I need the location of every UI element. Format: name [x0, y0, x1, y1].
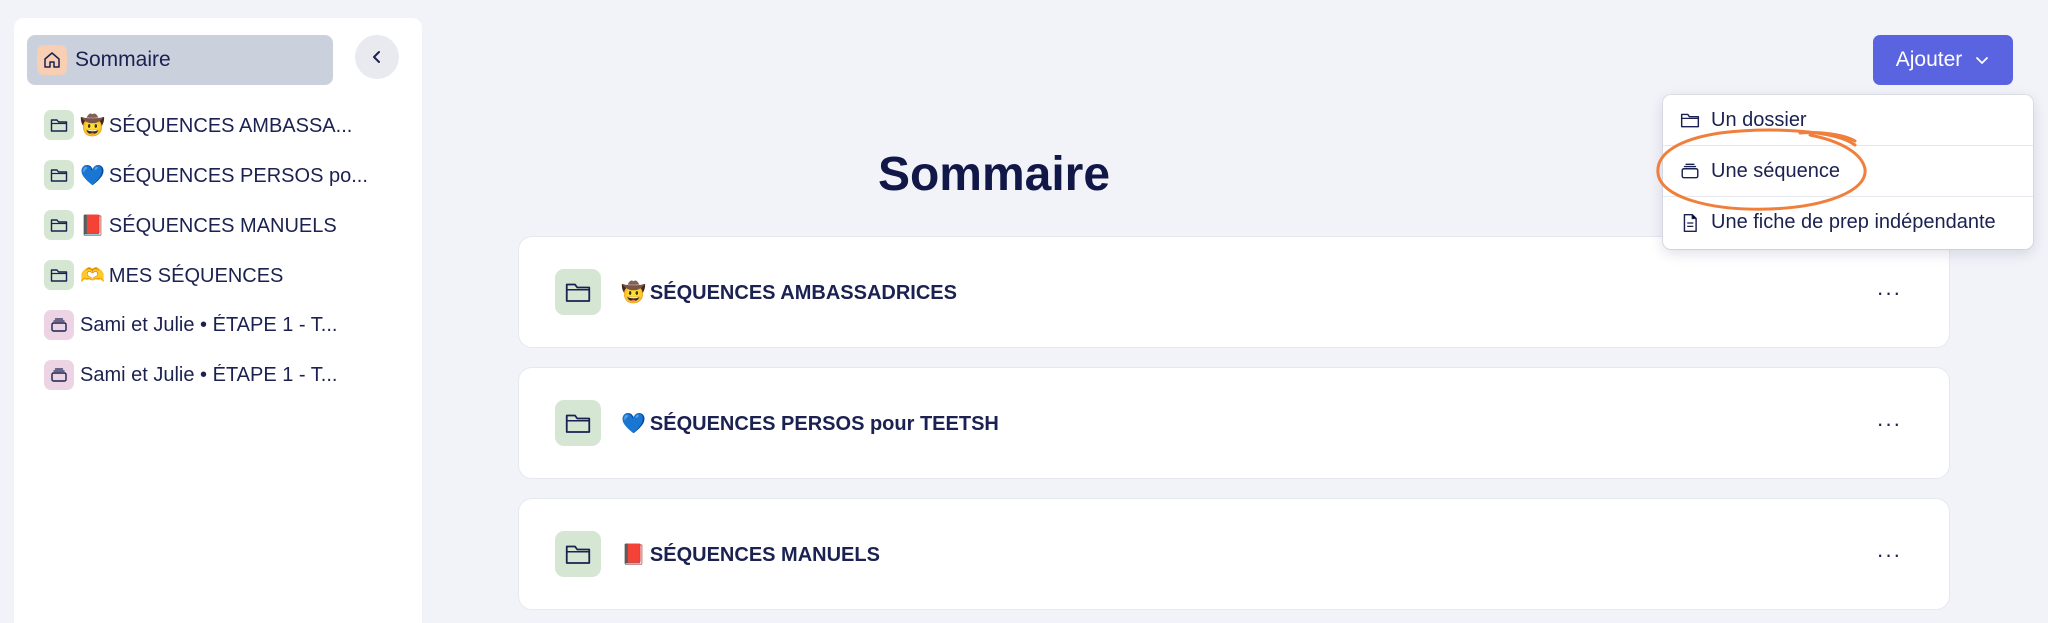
add-dropdown-menu: Un dossier Une séquence Une fiche de pre… [1663, 95, 2033, 249]
sidebar-item-label: SÉQUENCES AMBASSA... [108, 114, 353, 137]
sidebar-item-folder[interactable]: 🤠 SÉQUENCES AMBASSA... [44, 100, 374, 150]
sequence-icon [1679, 160, 1701, 182]
sidebar-item-label: Sommaire [75, 48, 171, 71]
sidebar: Sommaire 🤠 SÉQUENCES AMBASSA... 💙 SÉQUENCE… [14, 18, 422, 623]
folder-icon [555, 531, 601, 577]
folder-icon [44, 260, 74, 290]
sequence-icon [44, 360, 74, 390]
more-options-button[interactable]: ··· [1871, 275, 1907, 311]
menu-item-label: Un dossier [1711, 108, 1807, 131]
emoji: 💙 [621, 410, 646, 435]
menu-item-sequence[interactable]: Une séquence [1663, 146, 2033, 197]
emoji: 📕 [621, 541, 646, 566]
collapse-sidebar-button[interactable] [355, 35, 399, 79]
folder-icon [44, 210, 74, 240]
sidebar-item-label: Sami et Julie • ÉTAPE 1 - T... [80, 363, 338, 386]
folder-card[interactable]: 💙 SÉQUENCES PERSOS pour TEETSH ··· [518, 367, 1950, 479]
sidebar-item-folder[interactable]: 🫶 MES SÉQUENCES [44, 250, 374, 300]
home-icon [37, 45, 67, 75]
folder-card-label: SÉQUENCES PERSOS pour TEETSH [649, 412, 999, 435]
document-icon [1679, 212, 1701, 234]
folder-card[interactable]: 📕 SÉQUENCES MANUELS ··· [518, 498, 1950, 610]
emoji: 🤠 [621, 279, 646, 304]
more-options-button[interactable]: ··· [1871, 537, 1907, 573]
sidebar-item-folder[interactable]: 📕 SÉQUENCES MANUELS [44, 200, 374, 250]
sidebar-item-sequence[interactable]: Sami et Julie • ÉTAPE 1 - T... [44, 300, 374, 350]
menu-item-label: Une séquence [1711, 159, 1840, 182]
folder-icon [44, 110, 74, 140]
sidebar-item-label: MES SÉQUENCES [108, 264, 284, 287]
page-title: Sommaire [877, 148, 1111, 201]
more-options-button[interactable]: ··· [1871, 406, 1907, 442]
folder-icon [1679, 109, 1701, 131]
emoji: 📕 [80, 212, 105, 237]
sequence-icon [44, 310, 74, 340]
add-button[interactable]: Ajouter [1873, 35, 2013, 85]
menu-item-label: Une fiche de prep indépendante [1711, 211, 1996, 233]
sidebar-item-sequence[interactable]: Sami et Julie • ÉTAPE 1 - T... [44, 350, 374, 400]
sidebar-item-sommaire[interactable]: Sommaire [27, 35, 333, 85]
sidebar-item-label: SÉQUENCES MANUELS [108, 214, 337, 237]
emoji: 🤠 [80, 112, 105, 137]
folder-card-label: SÉQUENCES AMBASSADRICES [649, 281, 957, 304]
chevron-down-icon [1976, 57, 1989, 64]
chevron-left-icon [373, 51, 380, 63]
sidebar-tree: 🤠 SÉQUENCES AMBASSA... 💙 SÉQUENCES PERSOS … [44, 100, 374, 400]
menu-item-dossier[interactable]: Un dossier [1663, 95, 2033, 146]
folder-icon [555, 269, 601, 315]
folder-icon [555, 400, 601, 446]
folder-card-label: SÉQUENCES MANUELS [649, 543, 880, 566]
folder-card[interactable]: 🤠 SÉQUENCES AMBASSADRICES ··· [518, 236, 1950, 348]
sidebar-item-label: Sami et Julie • ÉTAPE 1 - T... [80, 313, 338, 336]
add-button-label: Ajouter [1895, 48, 1963, 71]
emoji: 🫶 [80, 262, 105, 287]
menu-item-fiche-prep[interactable]: Une fiche de prep indépendante [1663, 197, 2033, 248]
